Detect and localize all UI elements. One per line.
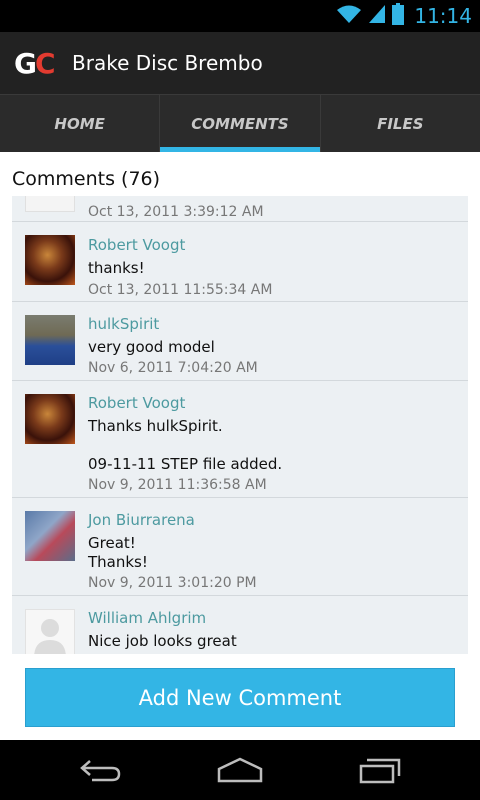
recent-apps-button[interactable] (350, 752, 410, 788)
avatar (25, 235, 75, 285)
app-logo[interactable]: G C (14, 46, 58, 80)
comment-item[interactable]: Jon Biurrarena Great! Thanks! Nov 9, 201… (12, 498, 468, 596)
back-button[interactable] (70, 752, 130, 788)
comments-count-heading: Comments (76) (12, 168, 161, 190)
status-bar: 11:14 (0, 0, 480, 32)
clock: 11:14 (414, 4, 472, 28)
avatar (25, 609, 75, 654)
avatar (25, 315, 75, 365)
back-icon (80, 760, 121, 782)
tab-home[interactable]: HOME (0, 95, 161, 152)
navigation-bar (0, 740, 480, 800)
status-icons: 11:14 (336, 0, 472, 32)
avatar (25, 511, 75, 561)
tab-comments[interactable]: COMMENTS (160, 95, 321, 152)
comment-item[interactable]: Robert Voogt thanks! Oct 13, 2011 11:55:… (12, 222, 468, 302)
comment-text: Great! Thanks! (88, 534, 148, 571)
avatar (25, 394, 75, 444)
comment-text: Thanks hulkSpirit. 09-11-11 STEP file ad… (88, 417, 283, 473)
battery-icon (392, 3, 405, 29)
comment-date: Oct 13, 2011 3:39:12 AM (88, 204, 264, 220)
comment-item[interactable]: hulkSpirit very good model Nov 6, 2011 7… (12, 302, 468, 381)
wifi-icon (336, 4, 362, 28)
comment-text: very good model (88, 338, 215, 356)
comment-text: thanks! (88, 259, 145, 277)
comment-author[interactable]: Jon Biurrarena (88, 511, 195, 529)
default-avatar-icon (34, 619, 66, 654)
comment-date: Nov 9, 2011 3:01:20 PM (88, 575, 257, 591)
logo-g: G (14, 46, 37, 80)
comment-author[interactable]: hulkSpirit (88, 315, 159, 333)
comment-date: Nov 9, 2011 11:36:58 AM (88, 477, 267, 493)
comment-item[interactable]: William Ahlgrim Nice job looks great (12, 596, 468, 654)
page-title: Brake Disc Brembo (72, 51, 263, 75)
comment-item[interactable]: Oct 13, 2011 3:39:12 AM (12, 196, 468, 222)
logo-c: C (34, 46, 56, 80)
add-comment-button[interactable]: Add New Comment (25, 668, 455, 727)
comment-author[interactable]: William Ahlgrim (88, 609, 206, 627)
comment-date: Oct 13, 2011 11:55:34 AM (88, 282, 273, 298)
comment-author[interactable]: Robert Voogt (88, 236, 185, 254)
avatar (25, 196, 75, 212)
comments-list[interactable]: Oct 13, 2011 3:39:12 AM Robert Voogt tha… (12, 196, 468, 654)
tab-bar: HOME COMMENTS FILES (0, 94, 480, 152)
tab-files[interactable]: FILES (321, 95, 480, 152)
action-bar: G C Brake Disc Brembo (0, 32, 480, 94)
recent-apps-icon (359, 758, 401, 784)
comment-item[interactable]: Robert Voogt Thanks hulkSpirit. 09-11-11… (12, 381, 468, 498)
home-icon (217, 757, 263, 783)
comment-text: Nice job looks great (88, 632, 237, 650)
content-area: Comments (76) Oct 13, 2011 3:39:12 AM Ro… (0, 152, 480, 740)
comment-author[interactable]: Robert Voogt (88, 394, 185, 412)
signal-icon (368, 4, 386, 28)
home-button[interactable] (210, 752, 270, 788)
comment-date: Nov 6, 2011 7:04:20 AM (88, 360, 258, 376)
